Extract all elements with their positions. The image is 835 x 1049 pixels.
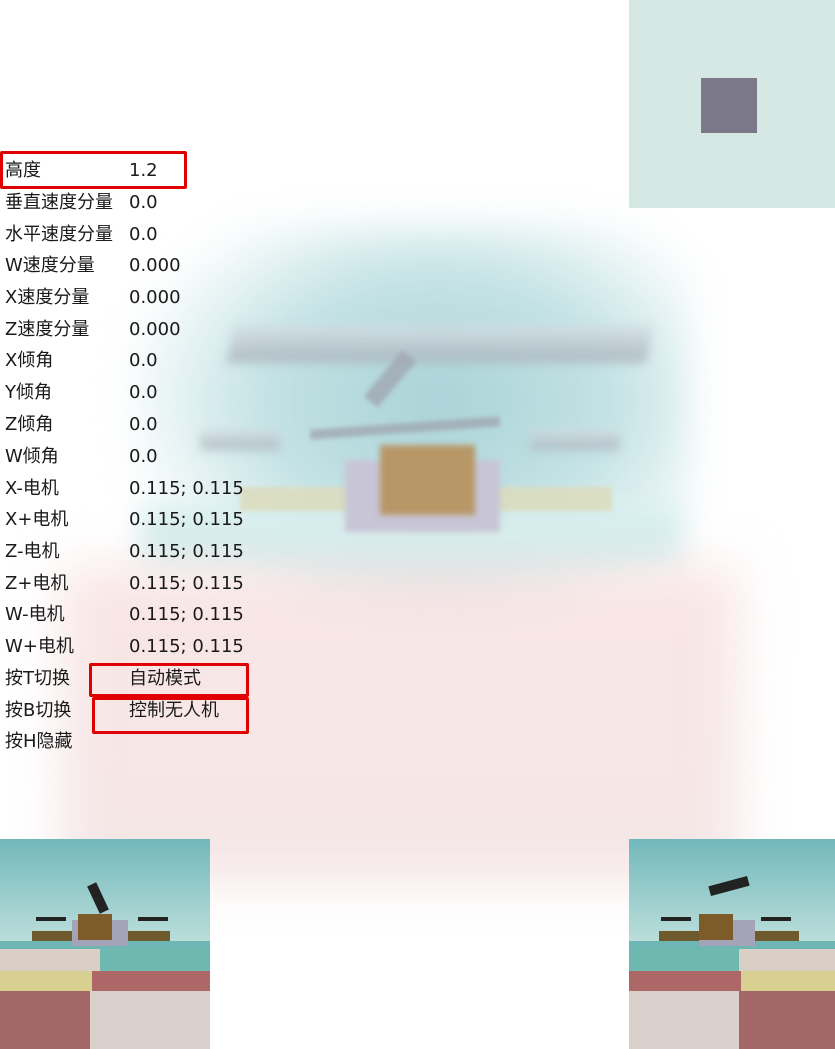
drone-arm-beam: [240, 487, 612, 511]
hud-label: Z倾角: [5, 414, 54, 435]
floor-tile: [629, 949, 739, 971]
hud-value: 0.115; 0.115: [129, 478, 244, 499]
camera-floor: [629, 949, 835, 1049]
hud-value: 0.000: [129, 255, 181, 276]
drone-body: [345, 460, 500, 532]
drone-cargo-box: [380, 445, 475, 515]
mode-highlight: [89, 663, 249, 697]
game-viewport[interactable]: 高度 1.2 垂直速度分量 0.0 水平速度分量 0.0 W速度分量 0.000…: [0, 0, 835, 1049]
hud-label: W速度分量: [5, 255, 95, 276]
hud-label: 水平速度分量: [5, 224, 113, 245]
minimap: [629, 0, 835, 208]
camera-floor: [0, 949, 210, 1049]
hud-value: 0.000: [129, 319, 181, 340]
camera-rotor: [138, 917, 168, 921]
camera-view-left: [0, 839, 210, 1049]
hud-value: 0.0: [129, 446, 158, 467]
floor-tile: [90, 991, 210, 1049]
hud-label: X-电机: [5, 478, 59, 499]
hud-label: Z-电机: [5, 541, 60, 562]
hud-value: 0.115; 0.115: [129, 509, 244, 530]
hud-value: 0.115; 0.115: [129, 573, 244, 594]
hud-label: 按B切换: [5, 700, 72, 721]
drone-rotor-disc: [226, 325, 654, 363]
hud-value: 0.0: [129, 382, 158, 403]
hud-value: 0.0: [129, 414, 158, 435]
hud-value: 0.115; 0.115: [129, 636, 244, 657]
hud-label: X+电机: [5, 509, 69, 530]
camera-drone-box: [699, 914, 733, 940]
camera-view-right: [629, 839, 835, 1049]
floor-tile: [100, 949, 210, 971]
drone-rotor-left: [200, 430, 280, 450]
hud-label: X速度分量: [5, 287, 90, 308]
floor-tile: [629, 971, 741, 991]
drone-rotor-right: [530, 430, 620, 450]
hud-label: 垂直速度分量: [5, 192, 113, 213]
camera-rotor: [36, 917, 66, 921]
floor-tile: [739, 949, 835, 971]
drone-marker-icon: [701, 78, 757, 133]
hud-label: W倾角: [5, 446, 59, 467]
hud-value: 0.0: [129, 350, 158, 371]
camera-rotor: [761, 917, 791, 921]
hud-label: W-电机: [5, 604, 65, 625]
hud-value: 0.0: [129, 192, 158, 213]
hud-label: Z+电机: [5, 573, 69, 594]
camera-rotor: [661, 917, 691, 921]
altitude-highlight: [0, 151, 187, 189]
drone-blade: [363, 350, 417, 408]
hud-label: X倾角: [5, 350, 54, 371]
floor-tile: [0, 971, 92, 991]
hud-value: 0.115; 0.115: [129, 604, 244, 625]
hud-value: 0.115; 0.115: [129, 541, 244, 562]
floor-tile: [741, 971, 835, 991]
floor-tile: [739, 991, 835, 1049]
camera-drone-box: [78, 914, 112, 940]
hud-label: 按H隐藏: [5, 731, 73, 752]
hud-value: 0.0: [129, 224, 158, 245]
control-highlight: [92, 697, 249, 734]
floor-tile: [0, 949, 100, 971]
hud-value: 0.000: [129, 287, 181, 308]
hud-label: Y倾角: [5, 382, 52, 403]
hud-label: Z速度分量: [5, 319, 90, 340]
hud-label: 按T切换: [5, 668, 70, 689]
floor-tile: [92, 971, 210, 991]
hud-label: W+电机: [5, 636, 74, 657]
drone-blade: [309, 416, 501, 440]
floor-tile: [0, 991, 90, 1049]
floor-tile: [629, 991, 739, 1049]
